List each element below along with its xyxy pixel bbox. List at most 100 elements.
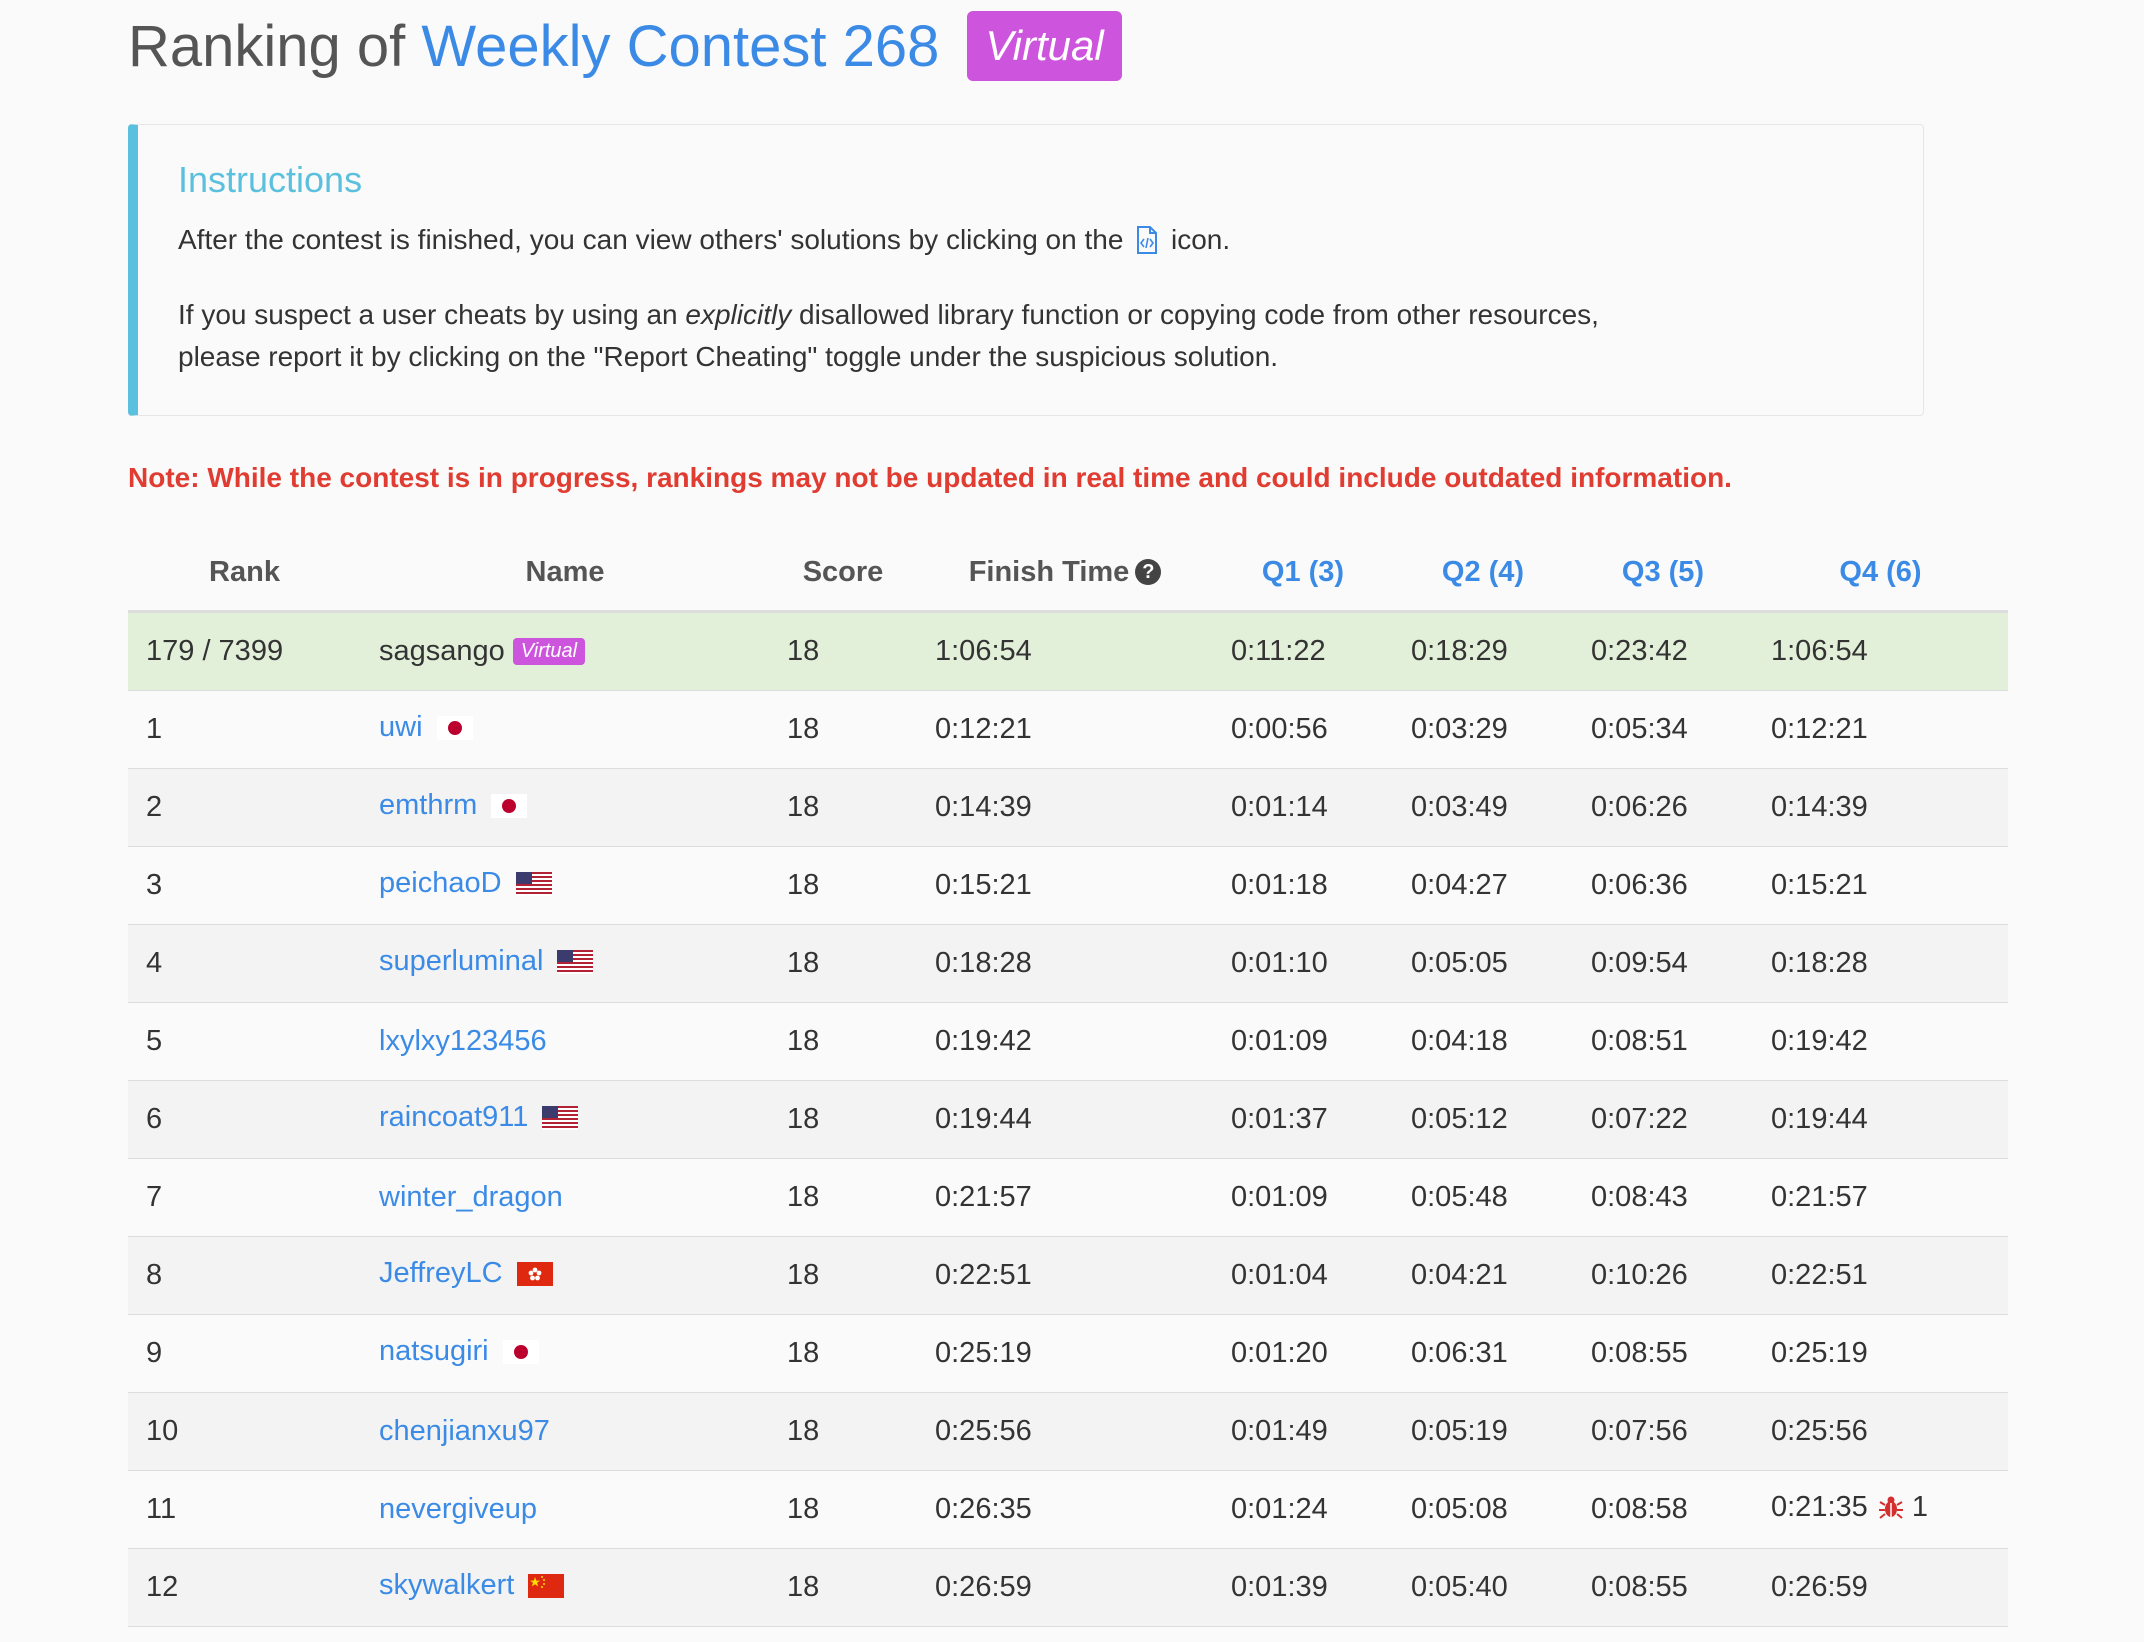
user-profile-link[interactable]: superluminal <box>379 945 543 977</box>
page-title: Ranking of Weekly Contest 268 Virtual <box>128 0 2008 92</box>
virtual-badge: Virtual <box>967 11 1122 81</box>
progress-note: Note: While the contest is in progress, … <box>128 462 1732 493</box>
table-row: 12 skywalkert 18 0:26:59 0:01:39 0:05:40 0:08:… <box>128 1548 2008 1627</box>
table-row: 6 raincoat911 18 0:19:44 0:01:37 0:05:12 0:07:… <box>128 1080 2008 1159</box>
user-profile-link[interactable]: uwi <box>379 711 423 743</box>
user-profile-link[interactable]: JeffreyLC <box>379 1257 503 1289</box>
user-profile-link[interactable]: natsugiri <box>379 1335 489 1367</box>
q3-cell: 0:23:42 <box>1573 611 1753 691</box>
q2-cell: 0:05:08 <box>1393 1470 1573 1549</box>
q3-cell: 0:06:36 <box>1573 846 1753 925</box>
score-cell: 18 <box>769 1002 917 1081</box>
instructions-line-2: If you suspect a user cheats by using an… <box>178 294 1883 378</box>
q4-cell: 0:22:51 <box>1753 1236 2008 1315</box>
user-profile-link[interactable]: skywalkert <box>379 1569 514 1601</box>
q1-cell: 0:11:22 <box>1213 611 1393 691</box>
q1-cell: 0:01:37 <box>1213 1080 1393 1159</box>
q4-cell: 0:25:56 <box>1753 1392 2008 1471</box>
finish-cell: 0:26:59 <box>917 1548 1213 1627</box>
score-header: Score <box>769 534 917 613</box>
q3-cell: 0:08:43 <box>1573 1158 1753 1237</box>
instructions-emphasis: explicitly <box>685 299 792 330</box>
q3-cell: 0:09:54 <box>1573 924 1753 1003</box>
q1-cell: 0:01:39 <box>1213 1548 1393 1627</box>
instructions-text: After the contest is finished, you can v… <box>178 224 1132 255</box>
finish-cell: 0:26:35 <box>917 1470 1213 1549</box>
q1-cell: 0:01:49 <box>1213 1392 1393 1471</box>
q1-header[interactable]: Q1 (3) <box>1213 534 1393 613</box>
rank-cell: 8 <box>128 1236 361 1315</box>
finish-cell: 0:15:21 <box>917 846 1213 925</box>
q2-cell: 0:05:40 <box>1393 1548 1573 1627</box>
table-row: 1 uwi 18 0:12:21 0:00:56 0:03:29 0:05:34 0:12:2… <box>128 690 2008 769</box>
user-profile-link[interactable]: chenjianxu97 <box>379 1415 550 1447</box>
rank-cell: 5 <box>128 1002 361 1081</box>
user-profile-link[interactable]: winter_dragon <box>379 1181 563 1213</box>
q2-header[interactable]: Q2 (4) <box>1393 534 1573 613</box>
japan-flag-icon <box>502 1339 539 1372</box>
table-row: 11 nevergiveup 18 0:26:35 0:01:24 0:05:08 0:08… <box>128 1470 2008 1549</box>
code-file-icon <box>1135 224 1159 266</box>
name-cell: sagsango Virtual <box>361 611 769 691</box>
name-cell: JeffreyLC <box>361 1236 769 1315</box>
q1-cell: 0:01:10 <box>1213 924 1393 1003</box>
finish-header-label: Finish Time <box>968 555 1130 588</box>
instructions-text: If you suspect a user cheats by using an <box>178 299 686 330</box>
rank-cell: 6 <box>128 1080 361 1159</box>
japan-flag-icon <box>436 715 473 748</box>
username: sagsango <box>379 635 505 667</box>
finish-cell: 0:12:21 <box>917 690 1213 769</box>
table-row: 2 emthrm 18 0:14:39 0:01:14 0:03:49 0:06:26 0:1… <box>128 768 2008 847</box>
rank-header: Rank <box>128 534 361 613</box>
q3-cell: 0:08:55 <box>1573 1314 1753 1393</box>
rank-cell: 4 <box>128 924 361 1003</box>
q2-cell: 0:05:12 <box>1393 1080 1573 1159</box>
q4-cell: 0:12:21 <box>1753 690 2008 769</box>
usa-flag-icon <box>557 949 594 982</box>
user-profile-link[interactable]: emthrm <box>379 789 477 821</box>
q2-cell: 0:03:49 <box>1393 768 1573 847</box>
hong-kong-flag-icon <box>516 1261 553 1294</box>
current-user-row: 179 / 7399 sagsango Virtual 18 1:06:54 0:… <box>128 611 2008 691</box>
q4-cell: 0:15:21 <box>1753 846 2008 925</box>
score-cell: 18 <box>769 1236 917 1315</box>
q4-time: 0:21:57 <box>1771 1181 1868 1213</box>
q3-cell: 0:08:51 <box>1573 1002 1753 1081</box>
q4-time: 0:18:28 <box>1771 947 1868 979</box>
q4-time: 0:22:51 <box>1771 1259 1868 1291</box>
score-cell: 18 <box>769 611 917 691</box>
q4-cell: 0:19:42 <box>1753 1002 2008 1081</box>
instructions-panel: Instructions After the contest is finish… <box>128 124 1924 416</box>
user-profile-link[interactable]: raincoat911 <box>379 1101 528 1133</box>
q1-cell: 0:00:56 <box>1213 690 1393 769</box>
finish-header: Finish Time? <box>917 534 1213 613</box>
user-profile-link[interactable]: lxylxy123456 <box>379 1025 547 1057</box>
q4-time: 0:19:44 <box>1771 1103 1868 1135</box>
q4-header[interactable]: Q4 (6) <box>1753 534 2008 613</box>
ranking-page: Ranking of Weekly Contest 268 Virtual In… <box>128 0 2008 1627</box>
q4-time: 0:25:19 <box>1771 1337 1868 1369</box>
instructions-text: please report it by clicking on the "Rep… <box>178 341 1279 372</box>
q3-header[interactable]: Q3 (5) <box>1573 534 1753 613</box>
user-profile-link[interactable]: nevergiveup <box>379 1493 537 1525</box>
q2-cell: 0:03:29 <box>1393 690 1573 769</box>
instructions-text: icon. <box>1163 224 1231 255</box>
q4-cell: 1:06:54 <box>1753 611 2008 691</box>
score-cell: 18 <box>769 768 917 847</box>
question-circle-icon[interactable]: ? <box>1135 558 1162 585</box>
rank-cell: 2 <box>128 768 361 847</box>
q3-cell: 0:07:56 <box>1573 1392 1753 1471</box>
rank-cell: 12 <box>128 1548 361 1627</box>
finish-cell: 0:25:56 <box>917 1392 1213 1471</box>
contest-link[interactable]: Weekly Contest 268 <box>421 13 939 80</box>
title-prefix: Ranking of <box>128 13 422 79</box>
table-row: 7 winter_dragon 18 0:21:57 0:01:09 0:05:48 0:0… <box>128 1158 2008 1237</box>
q4-cell: 0:21:57 <box>1753 1158 2008 1237</box>
q4-time: 0:25:56 <box>1771 1415 1868 1447</box>
q2-cell: 0:05:19 <box>1393 1392 1573 1471</box>
user-profile-link[interactable]: peichaoD <box>379 867 502 899</box>
bug-icon <box>1878 1494 1904 1528</box>
q4-cell: 0:18:28 <box>1753 924 2008 1003</box>
q1-cell: 0:01:04 <box>1213 1236 1393 1315</box>
finish-cell: 0:22:51 <box>917 1236 1213 1315</box>
